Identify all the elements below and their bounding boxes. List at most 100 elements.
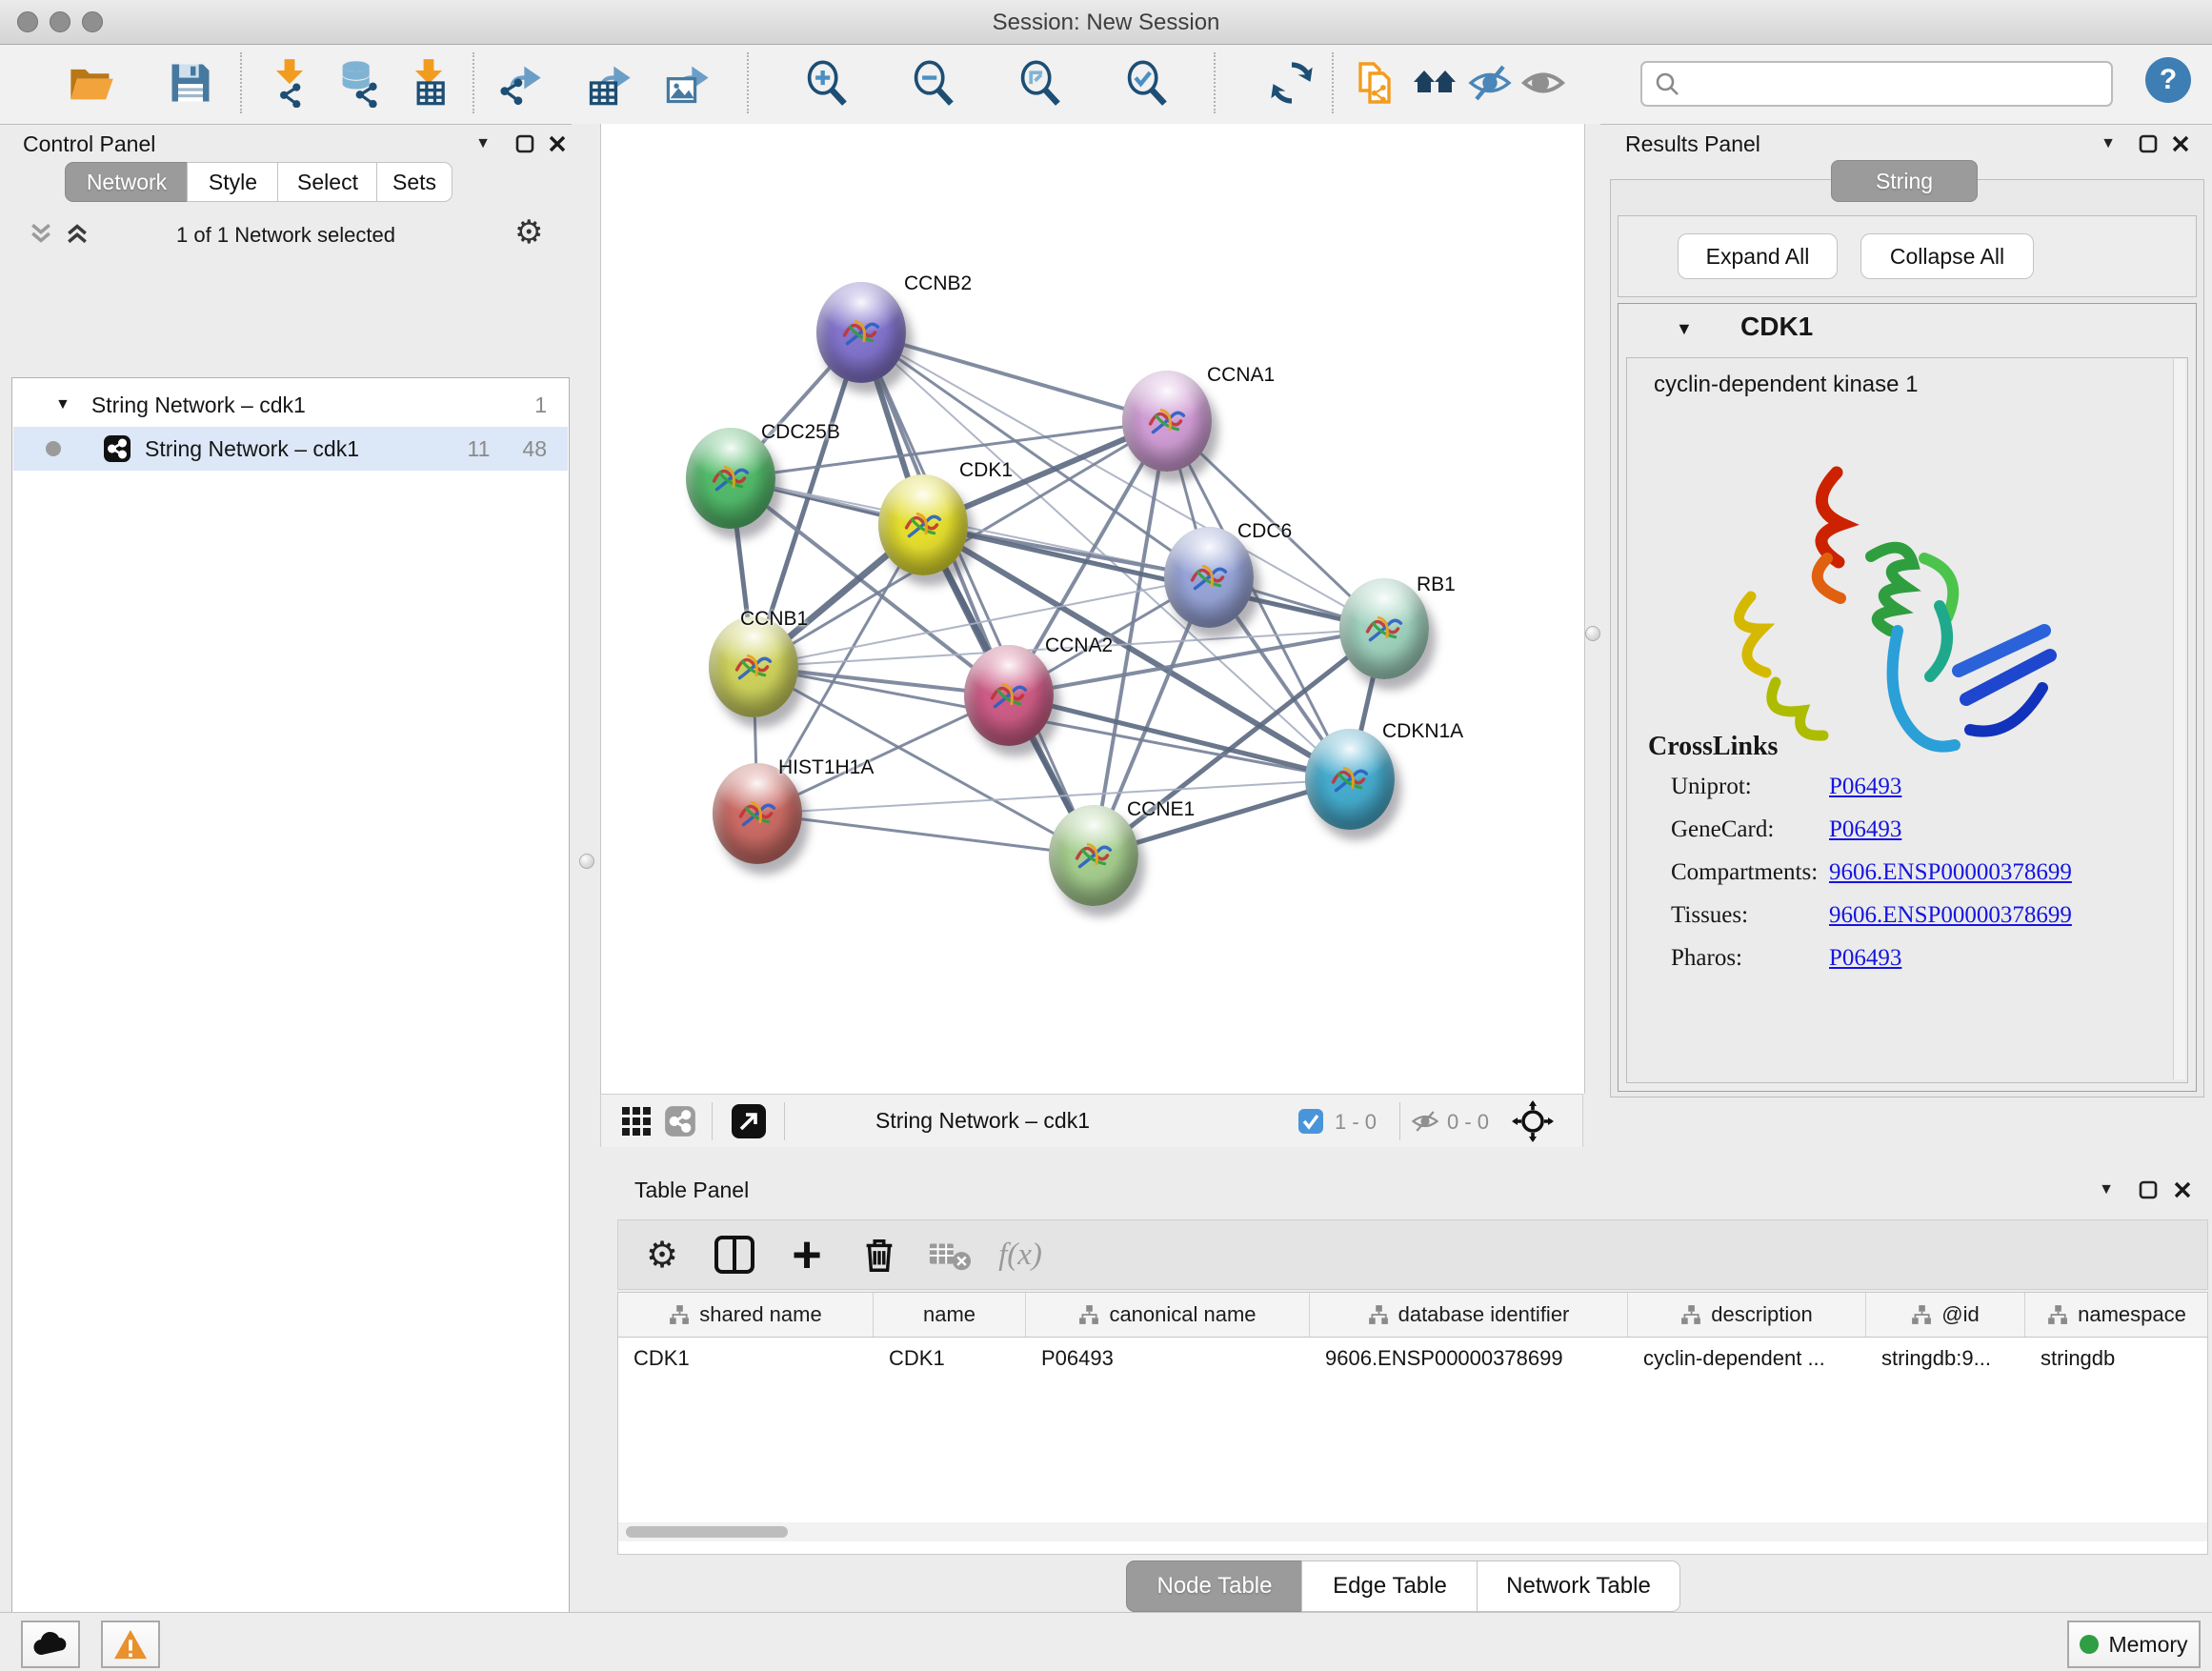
import-network-file-icon[interactable] bbox=[265, 58, 314, 108]
collapse-all-button[interactable]: Collapse All bbox=[1860, 233, 2034, 279]
tab-string-results[interactable]: String bbox=[1831, 160, 1978, 202]
network-canvas[interactable]: CCNB2CCNA1CDC25BCDK1CDC6RB1CCNB1CCNA2CDK… bbox=[600, 124, 1585, 1094]
network-node-RB1[interactable] bbox=[1339, 578, 1429, 679]
refresh-view-icon[interactable] bbox=[1267, 58, 1317, 108]
memory-status-dot-icon bbox=[2080, 1635, 2099, 1654]
close-panel-icon[interactable] bbox=[545, 131, 570, 156]
network-edge[interactable] bbox=[861, 332, 1167, 421]
hidden-eye-slash-icon[interactable] bbox=[1411, 1107, 1439, 1140]
tab-style[interactable]: Style bbox=[187, 162, 279, 202]
column-header-namespace[interactable]: namespace bbox=[2025, 1293, 2208, 1337]
panel-menu-caret-icon[interactable]: ▼ bbox=[471, 131, 495, 156]
table-cell[interactable]: cyclin-dependent ... bbox=[1628, 1337, 1866, 1380]
export-image-icon[interactable] bbox=[663, 58, 713, 108]
grid-view-icon[interactable] bbox=[620, 1105, 653, 1142]
table-horizontal-scrollbar[interactable] bbox=[618, 1522, 2207, 1541]
network-share-view-icon[interactable] bbox=[664, 1105, 696, 1142]
crosslink-value-link[interactable]: P06493 bbox=[1829, 816, 1901, 843]
scrollbar-thumb[interactable] bbox=[626, 1526, 788, 1538]
zoom-in-icon[interactable] bbox=[802, 58, 852, 108]
network-node-CDK1[interactable] bbox=[878, 474, 968, 575]
collection-expand-caret-icon[interactable]: ▼ bbox=[55, 396, 70, 413]
function-builder-icon[interactable]: f(x) bbox=[995, 1230, 1045, 1279]
import-network-database-icon[interactable] bbox=[335, 58, 385, 108]
crosslink-value-link[interactable]: P06493 bbox=[1829, 774, 1901, 800]
tab-select[interactable]: Select bbox=[277, 162, 378, 202]
float-panel-icon[interactable] bbox=[2136, 1178, 2161, 1202]
close-panel-icon[interactable] bbox=[2168, 131, 2193, 156]
crosslink-value-link[interactable]: 9606.ENSP00000378699 bbox=[1829, 902, 2072, 929]
table-cell[interactable]: 9606.ENSP00000378699 bbox=[1310, 1337, 1628, 1380]
open-in-new-window-icon[interactable] bbox=[731, 1103, 767, 1144]
network-node-CCNA2[interactable] bbox=[964, 645, 1054, 746]
right-splitter-grip[interactable] bbox=[1585, 626, 1600, 641]
cloud-status-button[interactable] bbox=[21, 1621, 80, 1668]
network-node-CCNA1[interactable] bbox=[1122, 371, 1212, 472]
tab-network-table[interactable]: Network Table bbox=[1477, 1560, 1680, 1612]
close-panel-icon[interactable] bbox=[2170, 1178, 2195, 1202]
network-edge[interactable] bbox=[923, 525, 1384, 629]
zoom-selected-icon[interactable] bbox=[1122, 58, 1172, 108]
network-edge[interactable] bbox=[861, 332, 1094, 856]
float-panel-icon[interactable] bbox=[513, 131, 537, 156]
column-header--id[interactable]: @id bbox=[1866, 1293, 2025, 1337]
column-header-name[interactable]: name bbox=[874, 1293, 1026, 1337]
show-all-eye-icon[interactable] bbox=[1520, 58, 1566, 108]
table-cell[interactable]: stringdb:9... bbox=[1866, 1337, 2025, 1380]
selected-checkbox-icon[interactable] bbox=[1298, 1109, 1323, 1138]
table-cell[interactable]: CDK1 bbox=[874, 1337, 1026, 1380]
network-collection-row[interactable]: ▼ String Network – cdk1 1 bbox=[13, 383, 568, 427]
warnings-button[interactable] bbox=[101, 1621, 160, 1668]
create-column-plus-icon[interactable]: + bbox=[782, 1230, 832, 1285]
network-node-CCNB2[interactable] bbox=[816, 282, 906, 383]
tab-node-table[interactable]: Node Table bbox=[1126, 1560, 1303, 1612]
import-table-icon[interactable] bbox=[404, 58, 453, 108]
table-row[interactable]: CDK1CDK1P064939606.ENSP00000378699cyclin… bbox=[618, 1337, 2208, 1380]
table-splitter[interactable] bbox=[600, 1147, 2212, 1170]
copy-network-icon[interactable] bbox=[1353, 58, 1398, 108]
panel-menu-caret-icon[interactable]: ▼ bbox=[2094, 1178, 2119, 1202]
delete-table-icon[interactable] bbox=[925, 1230, 975, 1279]
tab-edge-table[interactable]: Edge Table bbox=[1301, 1560, 1478, 1612]
results-scrollbar[interactable] bbox=[2173, 359, 2185, 1079]
zoom-fit-icon[interactable] bbox=[1016, 58, 1065, 108]
show-columns-icon[interactable] bbox=[710, 1230, 759, 1279]
memory-button[interactable]: Memory bbox=[2067, 1621, 2201, 1668]
open-session-icon[interactable] bbox=[67, 58, 116, 108]
network-edge[interactable] bbox=[757, 814, 1094, 856]
save-session-icon[interactable] bbox=[166, 58, 215, 108]
crosslink-value-link[interactable]: P06493 bbox=[1829, 945, 1901, 972]
entry-collapse-caret-icon[interactable]: ▼ bbox=[1676, 319, 1693, 339]
network-row[interactable]: String Network – cdk1 11 48 bbox=[13, 427, 568, 471]
search-box[interactable] bbox=[1640, 61, 2113, 107]
network-node-CCNE1[interactable] bbox=[1049, 805, 1138, 906]
help-button[interactable]: ? bbox=[2145, 57, 2191, 103]
hide-selected-icon[interactable] bbox=[1467, 58, 1513, 108]
zoom-out-icon[interactable] bbox=[909, 58, 958, 108]
export-table-icon[interactable] bbox=[585, 58, 634, 108]
tab-sets[interactable]: Sets bbox=[376, 162, 452, 202]
panel-menu-caret-icon[interactable]: ▼ bbox=[2096, 131, 2121, 156]
delete-column-trash-icon[interactable] bbox=[855, 1230, 904, 1279]
search-input[interactable] bbox=[1680, 67, 2111, 101]
column-header-canonical-name[interactable]: canonical name bbox=[1026, 1293, 1310, 1337]
column-header-label: description bbox=[1711, 1302, 1812, 1327]
table-settings-gear-icon[interactable]: ⚙ bbox=[637, 1230, 687, 1279]
network-options-gear-icon[interactable]: ⚙ bbox=[514, 213, 543, 252]
network-node-CDKN1A[interactable] bbox=[1305, 729, 1395, 830]
expand-all-button[interactable]: Expand All bbox=[1678, 233, 1838, 279]
network-node-CCNB1[interactable] bbox=[709, 616, 798, 717]
float-panel-icon[interactable] bbox=[2136, 131, 2161, 156]
tab-network[interactable]: Network bbox=[65, 162, 189, 202]
fit-selected-crosshair-icon[interactable] bbox=[1512, 1100, 1554, 1147]
column-header-database-identifier[interactable]: database identifier bbox=[1310, 1293, 1628, 1337]
crosslink-value-link[interactable]: 9606.ENSP00000378699 bbox=[1829, 859, 2072, 886]
first-neighbors-icon[interactable] bbox=[1412, 58, 1458, 108]
left-splitter-grip[interactable] bbox=[579, 854, 594, 869]
table-cell[interactable]: CDK1 bbox=[618, 1337, 874, 1380]
table-cell[interactable]: stringdb bbox=[2025, 1337, 2208, 1380]
column-header-shared-name[interactable]: shared name bbox=[618, 1293, 874, 1337]
column-header-description[interactable]: description bbox=[1628, 1293, 1866, 1337]
table-cell[interactable]: P06493 bbox=[1026, 1337, 1310, 1380]
export-network-icon[interactable] bbox=[495, 58, 545, 108]
